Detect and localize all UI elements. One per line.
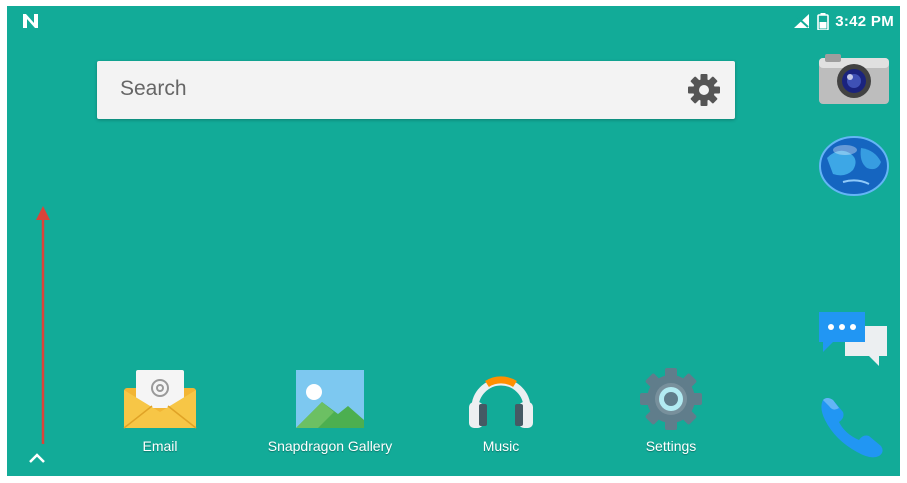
- no-signal-icon: [794, 14, 810, 28]
- swipe-up-arrow: [36, 206, 50, 444]
- gear-icon[interactable]: [687, 73, 721, 107]
- search-placeholder: Search: [120, 77, 187, 100]
- gallery-icon: [296, 370, 364, 428]
- settings-gear-icon: [640, 368, 702, 430]
- email-icon: [123, 370, 197, 429]
- messaging-icon: [819, 312, 887, 366]
- app-music[interactable]: Music: [431, 368, 571, 454]
- app-label-music: Music: [482, 438, 520, 454]
- app-drawer-chevron-icon[interactable]: [27, 451, 47, 465]
- home-screen: 3:42 PM Search Email Snapdragon Gallery …: [7, 6, 900, 476]
- app-label-settings: Settings: [645, 438, 697, 454]
- n-notification-icon: [23, 14, 38, 28]
- app-browser[interactable]: [817, 132, 891, 200]
- app-label-snapdragon-gallery: Snapdragon Gallery: [267, 438, 393, 454]
- browser-globe-icon: [819, 136, 889, 196]
- search-bar[interactable]: Search: [97, 61, 735, 119]
- app-email[interactable]: Email: [90, 368, 230, 454]
- clock: 3:42 PM: [835, 12, 894, 30]
- battery-icon: [817, 12, 830, 30]
- app-snapdragon-gallery[interactable]: Snapdragon Gallery: [260, 368, 400, 454]
- app-camera[interactable]: [817, 52, 891, 110]
- headphones-icon: [469, 376, 533, 428]
- camera-icon: [819, 54, 889, 104]
- app-phone[interactable]: [817, 394, 891, 462]
- app-messaging[interactable]: [817, 308, 891, 372]
- app-settings[interactable]: Settings: [601, 368, 741, 454]
- app-label-email: Email: [142, 438, 178, 454]
- status-bar: 3:42 PM: [7, 6, 900, 36]
- phone-icon: [821, 398, 883, 458]
- status-icons: 3:42 PM: [793, 11, 894, 31]
